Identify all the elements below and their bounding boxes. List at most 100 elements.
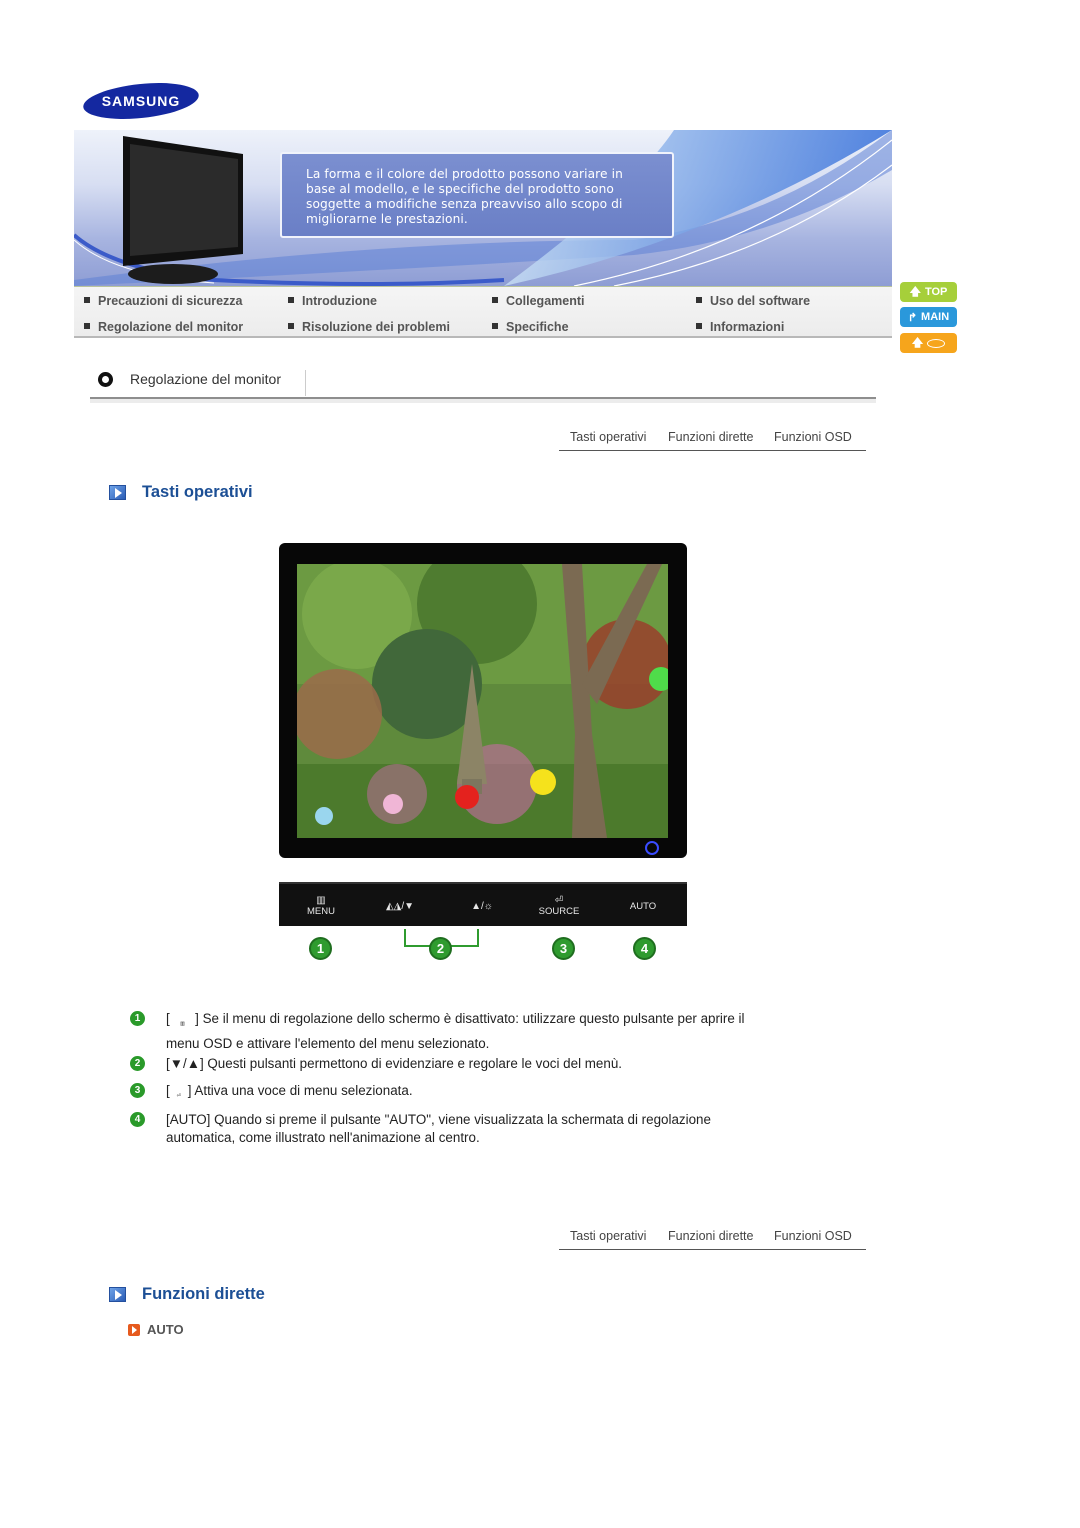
nav-label: Specifiche: [506, 320, 569, 334]
divider: [90, 399, 876, 403]
note-line: base al modello, e le specifiche del pro…: [306, 182, 614, 196]
nav-label: Introduzione: [302, 294, 377, 308]
main-button[interactable]: ↱ MAIN: [900, 307, 957, 327]
callout-3: 3: [552, 937, 575, 960]
enter-icon: ⏎: [554, 895, 564, 906]
description-item-1: 1 [ ▥ ] Se il menu di regolazione dello …: [130, 1010, 750, 1053]
logo-text: SAMSUNG: [102, 93, 181, 109]
top-button[interactable]: 🡅 TOP: [900, 282, 957, 302]
description-text: [⏎] Attiva una voce di menu selezionata.: [166, 1082, 746, 1107]
bullet-icon: [288, 323, 294, 329]
section-title: Regolazione del monitor: [130, 371, 281, 387]
play-icon: [109, 1287, 126, 1302]
bullet-icon: [696, 297, 702, 303]
bracket-text: [▼/▲]: [166, 1056, 208, 1071]
nav-label: Precauzioni di sicurezza: [98, 294, 243, 308]
power-button-icon: [645, 841, 659, 855]
subnav-top: Tasti operativi Funzioni dirette Funzion…: [559, 425, 866, 451]
circle-icon: [98, 372, 113, 387]
play-icon: [109, 485, 126, 500]
number-badge: 1: [130, 1011, 145, 1026]
bullet-icon: [84, 297, 90, 303]
bracket-text: [: [166, 1011, 174, 1026]
subnav-funzioni-osd[interactable]: Funzioni OSD: [774, 430, 852, 444]
callout-4: 4: [633, 937, 656, 960]
nav-item-collegamenti[interactable]: Collegamenti: [492, 294, 585, 308]
subnav-funzioni-dirette[interactable]: Funzioni dirette: [668, 430, 753, 444]
bullet-icon: [288, 297, 294, 303]
description-body: ] Attiva una voce di menu selezionata.: [187, 1083, 413, 1098]
nav-item-precauzioni[interactable]: Precauzioni di sicurezza: [84, 294, 243, 308]
number-badge: 3: [130, 1083, 145, 1098]
note-line: soggette a modifiche senza preavviso all…: [306, 197, 623, 211]
subheading-auto: AUTO: [128, 1322, 184, 1337]
down-brightness-button[interactable]: ◭◮/▼: [375, 884, 425, 928]
nav-label: Risoluzione dei problemi: [302, 320, 450, 334]
lips-icon: [927, 338, 946, 348]
nav-item-specifiche[interactable]: Specifiche: [492, 320, 569, 334]
number-badge: 2: [130, 1056, 145, 1071]
description-item-3: 3 [⏎] Attiva una voce di menu selezionat…: [130, 1082, 750, 1102]
menu-icon: ▥: [316, 895, 326, 906]
auto-label: AUTO: [629, 900, 657, 912]
control-button-bar: ▥ MENU ◭◮/▼ ▲/☼ ⏎ SOURCE AUTO: [279, 882, 687, 926]
description-body: ] Se il menu di regolazione dello scherm…: [166, 1011, 745, 1051]
bracket-text: [AUTO]: [166, 1112, 215, 1127]
nav-label: Informazioni: [710, 320, 785, 334]
print-button[interactable]: 🡅: [900, 333, 957, 353]
monitor-illustration: [123, 136, 243, 284]
auto-button[interactable]: AUTO: [621, 884, 665, 928]
description-text: [▼/▲] Questi pulsanti permettono di evid…: [166, 1055, 746, 1073]
source-label: SOURCE: [538, 906, 580, 917]
heading-text: Funzioni dirette: [142, 1285, 265, 1303]
main-nav: Precauzioni di sicurezza Introduzione Co…: [74, 286, 892, 338]
monitor-front-image: [279, 543, 687, 858]
arrow-turn-icon: ↱: [907, 311, 918, 324]
menu-button[interactable]: ▥ MENU: [301, 884, 341, 928]
nav-label: Uso del software: [710, 294, 811, 308]
up-brightness-button[interactable]: ▲/☼: [457, 884, 507, 928]
nav-item-introduzione[interactable]: Introduzione: [288, 294, 377, 308]
nav-label: Regolazione del monitor: [98, 320, 244, 334]
nav-item-informazioni[interactable]: Informazioni: [696, 320, 784, 334]
subnav-tasti-operativi[interactable]: Tasti operativi: [570, 430, 646, 444]
divider: [305, 370, 306, 396]
subnav-tasti-operativi[interactable]: Tasti operativi: [570, 1229, 646, 1243]
up-sun-icon: ▲/☼: [471, 900, 493, 912]
subnav-bottom: Tasti operativi Funzioni dirette Funzion…: [559, 1224, 866, 1250]
section-header: Regolazione del monitor: [90, 366, 876, 399]
nav-item-risoluzione[interactable]: Risoluzione dei problemi: [288, 320, 450, 334]
nav-label: Collegamenti: [506, 294, 585, 308]
subnav-funzioni-osd[interactable]: Funzioni OSD: [774, 1229, 852, 1243]
magic-down-icon: ◭◮/▼: [385, 900, 415, 912]
nav-item-regolazione[interactable]: Regolazione del monitor: [84, 320, 243, 334]
heading-text: Tasti operativi: [142, 483, 253, 501]
nav-item-software[interactable]: Uso del software: [696, 294, 810, 308]
subnav-funzioni-dirette[interactable]: Funzioni dirette: [668, 1229, 753, 1243]
callout-2: 2: [429, 937, 452, 960]
heading-funzioni-dirette: Funzioni dirette: [109, 1285, 265, 1304]
subheading-text: AUTO: [147, 1322, 184, 1337]
menu-label: MENU: [307, 906, 335, 917]
description-body: Questi pulsanti permettono di evidenziar…: [207, 1056, 622, 1071]
description-text: [ ▥ ] Se il menu di regolazione dello sc…: [166, 1010, 746, 1053]
bullet-icon: [84, 323, 90, 329]
description-item-2: 2 [▼/▲] Questi pulsanti permettono di ev…: [130, 1055, 750, 1075]
disclaimer-note: La forma e il colore del prodotto posson…: [280, 152, 674, 238]
description-text: [AUTO] Quando si preme il pulsante "AUTO…: [166, 1111, 746, 1147]
description-body: Quando si preme il pulsante "AUTO", vien…: [166, 1112, 711, 1145]
number-badge: 4: [130, 1112, 145, 1127]
arrow-up-icon: 🡅: [909, 285, 921, 298]
note-line: migliorarne le prestazioni.: [306, 212, 468, 226]
monitor-screen-photo: [297, 564, 668, 838]
menu-icon: ▥: [180, 1021, 185, 1027]
samsung-logo: SAMSUNG: [82, 82, 200, 120]
bullet-icon: [492, 297, 498, 303]
bullet-icon: [696, 323, 702, 329]
arrow-up-icon: 🡅: [911, 336, 924, 349]
heading-tasti-operativi: Tasti operativi: [109, 483, 253, 502]
note-line: La forma e il colore del prodotto posson…: [306, 167, 623, 181]
bullet-icon: [492, 323, 498, 329]
callout-1: 1: [309, 937, 332, 960]
source-button[interactable]: ⏎ SOURCE: [531, 884, 587, 928]
